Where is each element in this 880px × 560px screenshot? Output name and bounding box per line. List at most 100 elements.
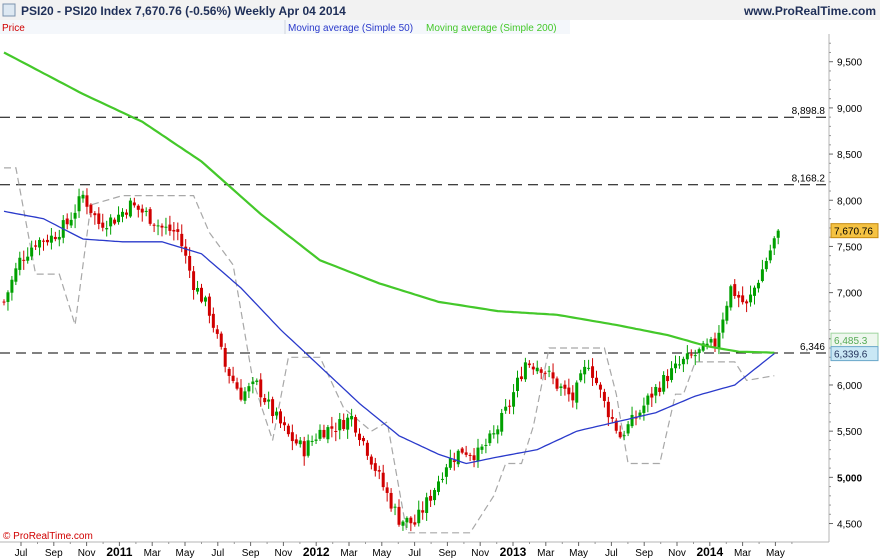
candle-body xyxy=(223,347,227,367)
candle-body xyxy=(243,391,247,401)
candle-body xyxy=(172,229,176,232)
candle-body xyxy=(322,429,326,438)
candle-body xyxy=(42,240,45,242)
candle-body xyxy=(555,378,559,389)
candle-body xyxy=(587,367,591,369)
candle-body xyxy=(350,415,354,420)
candle-body xyxy=(591,366,595,378)
candle-body xyxy=(373,463,377,471)
candle-body xyxy=(646,395,650,405)
candle-body xyxy=(721,319,725,333)
candle-body xyxy=(444,467,448,477)
candle-body xyxy=(717,332,721,349)
candle-body xyxy=(504,406,508,411)
candle-body xyxy=(247,386,251,392)
candle-body xyxy=(733,284,737,296)
candle-body xyxy=(421,510,425,513)
candle-body xyxy=(753,287,756,296)
candle-body xyxy=(417,509,421,524)
y-tick-label: 9,500 xyxy=(837,58,862,69)
candle-body xyxy=(314,439,318,441)
x-tick-label: Mar xyxy=(144,548,162,559)
x-tick-label: Nov xyxy=(471,548,489,559)
ma200-badge-label: 6,485.3 xyxy=(834,336,868,347)
candle-body xyxy=(164,226,168,228)
x-tick-label: Sep xyxy=(439,548,457,559)
candle-body xyxy=(626,424,630,434)
candle-body xyxy=(563,384,567,389)
candle-body xyxy=(176,229,180,232)
candle-body xyxy=(666,375,670,382)
x-tick-label: 2012 xyxy=(303,545,330,559)
x-tick-label: May xyxy=(372,548,391,559)
candle-body xyxy=(89,204,93,213)
candle-body xyxy=(14,268,18,282)
candle-body xyxy=(306,440,310,456)
candle-body xyxy=(697,349,701,354)
candle-body xyxy=(34,245,38,247)
candle-body xyxy=(207,296,211,316)
chart-menu-icon[interactable] xyxy=(2,3,16,17)
candle-body xyxy=(737,294,741,298)
candle-body xyxy=(425,497,429,514)
candle-body xyxy=(109,217,113,227)
candle-body xyxy=(30,247,34,257)
candle-body xyxy=(531,366,535,370)
y-tick-label: 6,000 xyxy=(837,381,862,392)
candle-body xyxy=(38,239,42,248)
candle-body xyxy=(567,387,571,395)
y-tick-label: 7,000 xyxy=(837,289,862,300)
x-tick-label: Jul xyxy=(15,548,28,559)
level-label-0: 8,898.8 xyxy=(792,106,826,117)
candle-body xyxy=(559,386,563,388)
candle-body xyxy=(480,446,484,450)
site-label: www.ProRealTime.com xyxy=(743,4,876,18)
candle-body xyxy=(294,439,298,444)
y-tick-label: 8,500 xyxy=(837,150,862,161)
candle-body xyxy=(279,411,282,424)
y-tick-label: 8,000 xyxy=(837,196,862,207)
candle-body xyxy=(310,440,314,442)
candle-body xyxy=(346,417,350,430)
candle-body xyxy=(662,375,666,392)
candle-body xyxy=(405,517,409,523)
candle-body xyxy=(456,450,460,465)
watermark-text: © ProRealTime.com xyxy=(3,531,93,542)
y-tick-label: 5,000 xyxy=(837,473,862,484)
candle-body xyxy=(196,287,200,292)
candle-body xyxy=(22,259,26,261)
candle-body xyxy=(512,392,516,407)
candle-body xyxy=(152,224,156,226)
candle-body xyxy=(674,363,677,369)
level-label-2: 6,346 xyxy=(800,342,825,353)
candle-body xyxy=(271,399,275,416)
candle-body xyxy=(282,422,286,426)
candle-body xyxy=(235,382,239,389)
candle-body xyxy=(437,481,440,492)
x-tick-label: May xyxy=(569,548,588,559)
x-tick-label: 2014 xyxy=(696,545,723,559)
candle-body xyxy=(508,405,512,407)
x-tick-label: Mar xyxy=(340,548,358,559)
candle-body xyxy=(211,313,215,328)
candle-body xyxy=(519,376,523,380)
candle-body xyxy=(677,364,681,366)
candle-body xyxy=(709,339,713,343)
level-label-1: 8,168.2 xyxy=(792,174,826,185)
y-tick-label: 4,500 xyxy=(837,520,862,531)
candle-body xyxy=(377,470,381,472)
x-tick-label: Mar xyxy=(537,548,555,559)
candle-body xyxy=(45,239,49,243)
candle-body xyxy=(760,269,764,281)
candle-body xyxy=(484,444,488,446)
y-tick-label: 7,500 xyxy=(837,242,862,253)
candle-body xyxy=(381,472,385,488)
candle-body xyxy=(73,212,77,219)
candle-body xyxy=(468,454,472,456)
candle-body xyxy=(772,238,776,249)
candle-body xyxy=(729,286,733,308)
candle-body xyxy=(124,212,128,215)
candle-body xyxy=(492,433,496,435)
candle-body xyxy=(369,456,373,465)
candle-body xyxy=(401,521,405,526)
